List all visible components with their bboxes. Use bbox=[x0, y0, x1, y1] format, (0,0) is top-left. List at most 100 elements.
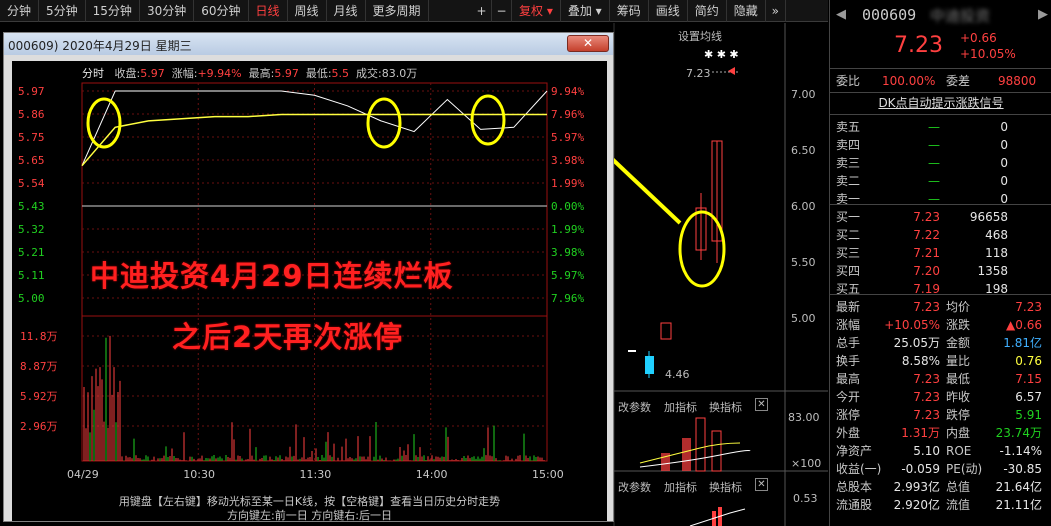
tab-add-indicator-2[interactable]: 加指标 bbox=[664, 479, 697, 495]
buy-row[interactable]: 买四 7.20 1358 bbox=[830, 262, 1051, 280]
period-tab-6[interactable]: 周线 bbox=[288, 0, 327, 22]
right-axis-label: 0.00% bbox=[551, 200, 584, 213]
period-tabs: 分钟 5分钟 15分钟 30分钟 60分钟 日线 周线 月线 更多周期 bbox=[0, 0, 429, 22]
buy-volume: 1358 bbox=[977, 264, 1008, 278]
period-tab-2[interactable]: 15分钟 bbox=[86, 0, 140, 22]
period-tab-7[interactable]: 月线 bbox=[327, 0, 366, 22]
right-axis-label: 9.94% bbox=[551, 85, 584, 98]
time-axis-label: 14:00 bbox=[416, 468, 448, 481]
tab-switch-indicator[interactable]: 换指标 bbox=[709, 399, 742, 415]
tab-switch-indicator-2[interactable]: 换指标 bbox=[709, 479, 742, 495]
left-axis-label: 5.54 bbox=[18, 177, 45, 190]
signal-link[interactable]: DK点自动提示涨跌信号 bbox=[830, 94, 1051, 112]
caption-line-1: 中迪投资4月29日连续烂板 bbox=[90, 259, 454, 293]
sell-row[interactable]: 卖三 — 0 bbox=[830, 154, 1051, 172]
tool-button-7[interactable]: 隐藏 bbox=[727, 0, 766, 22]
period-tab-0[interactable]: 分钟 bbox=[0, 0, 40, 22]
time-axis-label: 04/29 bbox=[67, 468, 99, 481]
tool-button-0[interactable]: + bbox=[472, 0, 492, 22]
sell-price: — bbox=[928, 192, 940, 206]
close-icon[interactable]: ✕ bbox=[755, 398, 768, 411]
time-axis-label: 11:30 bbox=[300, 468, 332, 481]
period-tab-4[interactable]: 60分钟 bbox=[194, 0, 249, 22]
buy-row[interactable]: 买一 7.23 96658 bbox=[830, 208, 1051, 226]
period-tab-8[interactable]: 更多周期 bbox=[366, 0, 429, 22]
stat-value: 0.76 bbox=[1015, 354, 1042, 368]
sell-price: — bbox=[928, 138, 940, 152]
sell-volume: 0 bbox=[1000, 120, 1008, 134]
tool-button-2[interactable]: 复权 ▾ bbox=[512, 0, 561, 22]
tab-modify-params-2[interactable]: 改参数 bbox=[618, 479, 651, 495]
stat-value: 7.23 bbox=[913, 390, 940, 404]
close-button[interactable]: ✕ bbox=[567, 35, 609, 52]
next-stock-icon[interactable]: ▶ bbox=[1038, 7, 1048, 22]
stat-label: 总值 bbox=[946, 480, 971, 494]
period-tab-5[interactable]: 日线 bbox=[249, 0, 288, 22]
buy-label: 买一 bbox=[836, 210, 861, 224]
right-axis-label: 7.96% bbox=[551, 108, 584, 121]
stat-row: 总股本 2.993亿 总值 21.64亿 bbox=[830, 478, 1051, 496]
tool-button-6[interactable]: 简约 bbox=[688, 0, 727, 22]
stat-label: 流通股 bbox=[836, 498, 873, 512]
sell-label: 卖一 bbox=[836, 192, 861, 206]
stat-value: 1.81亿 bbox=[1003, 336, 1042, 350]
stat-label: 金额 bbox=[946, 336, 971, 350]
prev-stock-icon[interactable]: ◀ bbox=[836, 7, 846, 22]
stat-label: 量比 bbox=[946, 354, 971, 368]
stat-label: 外盘 bbox=[836, 426, 861, 440]
buy-volume: 468 bbox=[985, 228, 1008, 242]
stat-value: ▲0.66 bbox=[1006, 318, 1042, 332]
stat-value: -1.14% bbox=[999, 444, 1042, 458]
stat-label: 换手 bbox=[836, 354, 861, 368]
stat-label: 最高 bbox=[836, 372, 861, 386]
tool-button-4[interactable]: 筹码 bbox=[610, 0, 649, 22]
stat-value: 25.05万 bbox=[893, 336, 940, 350]
stat-label: 均价 bbox=[946, 300, 971, 314]
stat-label: 涨幅 bbox=[836, 318, 861, 332]
tool-button-3[interactable]: 叠加 ▾ bbox=[561, 0, 610, 22]
vol-axis-unit: ×100 bbox=[791, 457, 822, 470]
window-titlebar[interactable]: 000609) 2020年4月29日 星期三 ✕ bbox=[4, 33, 613, 55]
stat-row: 最新 7.23 均价 7.23 bbox=[830, 298, 1051, 316]
period-tab-1[interactable]: 5分钟 bbox=[39, 0, 86, 22]
indicator-setting[interactable]: 设置均线 bbox=[678, 28, 722, 44]
buy-label: 买二 bbox=[836, 228, 861, 242]
period-tab-3[interactable]: 30分钟 bbox=[140, 0, 195, 22]
price-axis-label: 6.50 bbox=[791, 144, 816, 157]
stat-value: 7.23 bbox=[1015, 300, 1042, 314]
buy-row[interactable]: 买三 7.21 118 bbox=[830, 244, 1051, 262]
last-price: 7.23 bbox=[894, 33, 943, 58]
stat-value: 8.58% bbox=[901, 354, 940, 368]
sell-price: — bbox=[928, 120, 940, 134]
candle bbox=[628, 350, 636, 352]
stat-row: 总手 25.05万 金额 1.81亿 bbox=[830, 334, 1051, 352]
status-bar: 用键盘【左右键】移动光标至某一日K线，按【空格键】查看当日历史分时走势 方向键左… bbox=[12, 493, 607, 522]
stat-label: 昨收 bbox=[946, 390, 971, 404]
sell-row[interactable]: 卖一 — 0 bbox=[830, 190, 1051, 208]
tab-modify-params[interactable]: 改参数 bbox=[618, 399, 651, 415]
close-icon[interactable]: ✕ bbox=[755, 478, 768, 491]
left-axis-label: 5.86 bbox=[18, 108, 45, 121]
tool-button-5[interactable]: 画线 bbox=[649, 0, 688, 22]
sell-row[interactable]: 卖四 — 0 bbox=[830, 136, 1051, 154]
more-icon[interactable]: » bbox=[766, 0, 786, 22]
sell-row[interactable]: 卖二 — 0 bbox=[830, 172, 1051, 190]
sell-row[interactable]: 卖五 — 0 bbox=[830, 118, 1051, 136]
left-axis-label: 5.43 bbox=[18, 200, 45, 213]
stat-value: 2.920亿 bbox=[893, 498, 940, 512]
buy-row[interactable]: 买二 7.22 468 bbox=[830, 226, 1051, 244]
tool-button-1[interactable]: − bbox=[492, 0, 512, 22]
candle bbox=[660, 322, 672, 340]
right-axis-label: 1.99% bbox=[551, 177, 584, 190]
stat-label: PE(动) bbox=[946, 462, 983, 476]
stat-value: 21.64亿 bbox=[995, 480, 1042, 494]
macd-axis-label: 0.53 bbox=[793, 492, 818, 505]
right-axis-label: 1.99% bbox=[551, 223, 584, 236]
stat-value: 23.74万 bbox=[995, 426, 1042, 440]
stock-name: 中迪投资 bbox=[930, 7, 991, 25]
left-axis-label: 5.00 bbox=[18, 292, 45, 305]
tab-add-indicator[interactable]: 加指标 bbox=[664, 399, 697, 415]
intraday-header: 分时 收盘:5.97 涨幅:+9.94% 最高:5.97 最低:5.5 成交:8… bbox=[82, 67, 418, 80]
buy-row[interactable]: 买五 7.19 198 bbox=[830, 280, 1051, 298]
buy-label: 买四 bbox=[836, 264, 861, 278]
